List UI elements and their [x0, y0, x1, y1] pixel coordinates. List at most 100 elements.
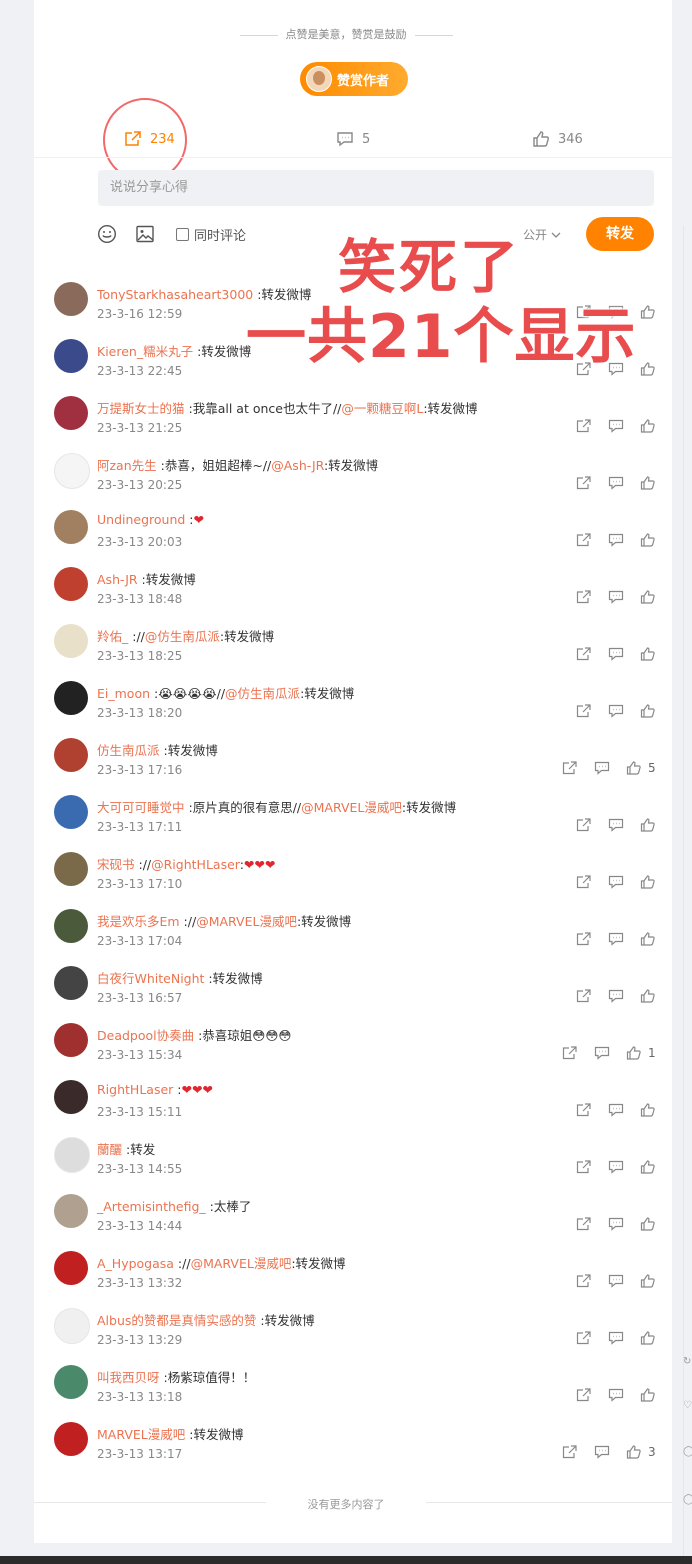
- comment-icon[interactable]: [608, 418, 624, 434]
- mention-link[interactable]: @Ash-JR: [271, 458, 324, 473]
- mention-link[interactable]: @MARVEL漫威吧: [301, 800, 402, 815]
- thumbs-up-icon[interactable]: [640, 817, 656, 833]
- thumbs-up-icon[interactable]: 3: [626, 1444, 656, 1460]
- thumbs-up-icon[interactable]: [640, 1216, 656, 1232]
- avatar[interactable]: [54, 282, 88, 316]
- avatar[interactable]: [54, 1251, 88, 1285]
- comment-icon[interactable]: [608, 988, 624, 1004]
- forward-icon[interactable]: [576, 1216, 591, 1232]
- thumbs-up-icon[interactable]: 5: [626, 760, 656, 776]
- thumbs-up-icon[interactable]: [640, 646, 656, 662]
- comment-icon[interactable]: [608, 475, 624, 491]
- avatar[interactable]: [54, 909, 88, 943]
- forward-icon[interactable]: [576, 931, 591, 947]
- user-name-link[interactable]: 白夜行WhiteNight: [97, 971, 204, 986]
- user-name-link[interactable]: 我是欢乐多Em: [97, 914, 180, 929]
- forward-icon[interactable]: [562, 760, 577, 776]
- emoji-icon[interactable]: [96, 223, 118, 245]
- thumbs-up-icon[interactable]: [640, 1159, 656, 1175]
- comment-icon[interactable]: [608, 532, 624, 548]
- comment-icon[interactable]: [608, 589, 624, 605]
- also-comment-checkbox[interactable]: 同时评论: [176, 225, 246, 244]
- avatar[interactable]: [54, 1422, 88, 1456]
- user-name-link[interactable]: Ash-JR: [97, 572, 138, 587]
- avatar[interactable]: [54, 567, 88, 601]
- like-button[interactable]: 346: [532, 126, 583, 152]
- avatar[interactable]: [54, 1080, 88, 1114]
- comment-icon[interactable]: [608, 1273, 624, 1289]
- user-name-link[interactable]: 叫我西贝呀: [97, 1370, 160, 1385]
- avatar[interactable]: [54, 681, 88, 715]
- mention-link[interactable]: @RightHLaser: [151, 857, 240, 872]
- user-name-link[interactable]: Kieren_糯米丸子: [97, 344, 193, 359]
- thumbs-up-icon[interactable]: 1: [626, 1045, 656, 1061]
- comment-icon[interactable]: [594, 760, 610, 776]
- avatar[interactable]: [54, 738, 88, 772]
- avatar[interactable]: [54, 795, 88, 829]
- share-input[interactable]: 说说分享心得: [98, 170, 654, 206]
- user-name-link[interactable]: 宋砚书: [97, 857, 135, 872]
- comment-button[interactable]: 5: [336, 126, 370, 152]
- user-name-link[interactable]: A_Hypogasa: [97, 1256, 174, 1271]
- thumbs-up-icon[interactable]: [640, 931, 656, 947]
- image-icon[interactable]: [134, 223, 156, 245]
- comment-icon[interactable]: [608, 1102, 624, 1118]
- side-tool-icon[interactable]: ♡: [683, 1400, 692, 1411]
- thumbs-up-icon[interactable]: [640, 874, 656, 890]
- thumbs-up-icon[interactable]: [640, 589, 656, 605]
- avatar[interactable]: [54, 1308, 90, 1344]
- avatar[interactable]: [54, 966, 88, 1000]
- user-name-link[interactable]: 仿生南瓜派: [97, 743, 160, 758]
- comment-icon[interactable]: [608, 817, 624, 833]
- user-name-link[interactable]: Deadpool协奏曲: [97, 1028, 194, 1043]
- mention-link[interactable]: @MARVEL漫威吧: [196, 914, 297, 929]
- comment-icon[interactable]: [608, 1387, 624, 1403]
- forward-icon[interactable]: [562, 1444, 577, 1460]
- thumbs-up-icon[interactable]: [640, 304, 656, 320]
- user-name-link[interactable]: 蘭釃: [97, 1142, 122, 1157]
- reward-author-button[interactable]: 赞赏作者: [300, 62, 408, 96]
- user-name-link[interactable]: 羚佑_: [97, 629, 128, 644]
- side-tool-icon[interactable]: ◯: [683, 1494, 692, 1505]
- forward-icon[interactable]: [576, 1330, 591, 1346]
- thumbs-up-icon[interactable]: [640, 1330, 656, 1346]
- comment-icon[interactable]: [608, 1159, 624, 1175]
- user-name-link[interactable]: _Artemisinthefig_: [97, 1199, 206, 1214]
- forward-icon[interactable]: [576, 532, 591, 548]
- thumbs-up-icon[interactable]: [640, 1387, 656, 1403]
- avatar[interactable]: [54, 1365, 88, 1399]
- user-name-link[interactable]: 万提斯女士的猫: [97, 401, 185, 416]
- forward-icon[interactable]: [576, 874, 591, 890]
- comment-icon[interactable]: [608, 646, 624, 662]
- forward-icon[interactable]: [576, 988, 591, 1004]
- mention-link[interactable]: @一颗糖豆啊L: [341, 401, 423, 416]
- avatar[interactable]: [54, 852, 88, 886]
- user-name-link[interactable]: 大可可可睡觉中: [97, 800, 185, 815]
- forward-icon[interactable]: [576, 817, 591, 833]
- user-name-link[interactable]: MARVEL漫威吧: [97, 1427, 185, 1442]
- avatar[interactable]: [54, 510, 88, 544]
- user-name-link[interactable]: Undineground: [97, 512, 185, 527]
- visibility-select[interactable]: 公开: [523, 226, 561, 243]
- user-name-link[interactable]: Ei_moon: [97, 686, 150, 701]
- user-name-link[interactable]: TonyStarkhasaheart3000: [97, 287, 253, 302]
- thumbs-up-icon[interactable]: [640, 475, 656, 491]
- thumbs-up-icon[interactable]: [640, 1102, 656, 1118]
- forward-icon[interactable]: [562, 1045, 577, 1061]
- thumbs-up-icon[interactable]: [640, 418, 656, 434]
- forward-icon[interactable]: [576, 475, 591, 491]
- thumbs-up-icon[interactable]: [640, 703, 656, 719]
- forward-icon[interactable]: [576, 589, 591, 605]
- avatar[interactable]: [54, 1194, 88, 1228]
- forward-icon[interactable]: [576, 1102, 591, 1118]
- comment-icon[interactable]: [608, 1330, 624, 1346]
- comment-icon[interactable]: [608, 931, 624, 947]
- avatar[interactable]: [54, 453, 90, 489]
- comment-icon[interactable]: [608, 703, 624, 719]
- user-name-link[interactable]: 阿zan先生: [97, 458, 157, 473]
- comment-icon[interactable]: [608, 1216, 624, 1232]
- forward-icon[interactable]: [576, 646, 591, 662]
- comment-icon[interactable]: [594, 1045, 610, 1061]
- forward-icon[interactable]: [576, 1387, 591, 1403]
- mention-link[interactable]: @仿生南瓜派: [225, 686, 300, 701]
